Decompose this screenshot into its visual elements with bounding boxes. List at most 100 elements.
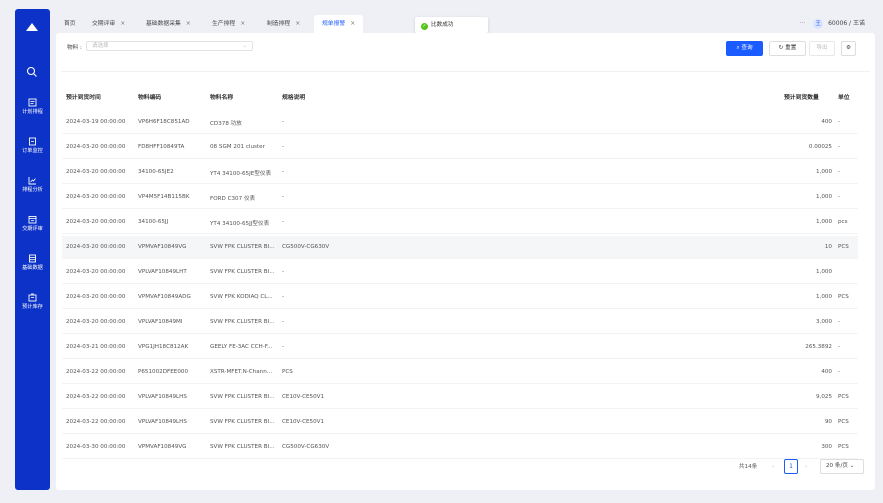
cell-material-name: SVW FPK CLUSTER BI... xyxy=(210,244,275,250)
logo-icon[interactable] xyxy=(26,23,38,31)
table-row[interactable]: 2024-03-22 00:00:00 P651002DFEE000 XSTR-MF… xyxy=(62,361,858,384)
tab-label: 交期评审 xyxy=(92,21,116,27)
cell-spec: - xyxy=(282,294,285,300)
sidebar-item-plan[interactable]: 计划排程 xyxy=(15,98,50,115)
table-row[interactable]: 2024-03-20 00:00:00 34100-65JE2 YT4 34100-… xyxy=(62,161,858,184)
reset-button[interactable]: ↻ 重置 xyxy=(769,41,806,56)
cell-quantity: 1,000 xyxy=(815,169,832,175)
total-count: 共14条 xyxy=(739,464,758,470)
cell-arrival-time: 2024-03-22 00:00:00 xyxy=(66,394,126,400)
monitor-icon xyxy=(29,137,36,146)
table-row[interactable]: 2024-03-19 00:00:00 VP6H6F18C851AD CD378 功… xyxy=(62,111,858,134)
cell-material-name: SVW FPK CLUSTER BI... xyxy=(210,269,275,275)
material-filter-label: 物料 : xyxy=(67,45,82,51)
table-row[interactable]: 2024-03-22 00:00:00 VPLVAF10849LHS SVW FPK… xyxy=(62,411,858,434)
more-icon[interactable]: ··· xyxy=(799,20,805,27)
table-row[interactable]: 2024-03-20 00:00:00 VP4M5F14B115BK FORD C3… xyxy=(62,186,858,209)
cell-arrival-time: 2024-03-20 00:00:00 xyxy=(66,269,126,275)
table-row[interactable]: 2024-03-20 00:00:00 34100-65JJ YT4 34100-6… xyxy=(62,211,858,234)
cell-material-name: SVW FPK CLUSTER BI... xyxy=(210,444,275,450)
tab-delivery-review[interactable]: 交期评审 × xyxy=(92,15,125,33)
close-icon[interactable]: × xyxy=(295,20,300,27)
column-header-quantity[interactable]: 预计到货数量 xyxy=(784,92,819,101)
sidebar-item-schedule-analysis[interactable]: 排程分析 xyxy=(15,176,50,193)
column-header-material-code[interactable]: 物料编码 xyxy=(138,92,161,101)
export-button[interactable]: 导出 xyxy=(809,41,835,56)
sidebar-item-expected-inventory[interactable]: 预计库存 xyxy=(15,293,50,310)
user-name[interactable]: 60006 / 王诺 xyxy=(828,20,865,27)
cell-material-code: VPMVAF10849ADG xyxy=(138,294,191,300)
table-row[interactable]: 2024-03-20 00:00:00 VPMVAF10849ADG SVW FPK… xyxy=(62,286,858,309)
success-toast: ✓ 比数成功 xyxy=(415,17,489,33)
cell-quantity: 265.3892 xyxy=(805,344,832,350)
cell-arrival-time: 2024-03-19 00:00:00 xyxy=(66,119,126,125)
table-row[interactable]: 2024-03-30 00:00:00 VPMVAF10849VG SVW FPK … xyxy=(62,436,858,459)
close-icon[interactable]: × xyxy=(240,20,245,27)
cell-material-code: VP4M5F14B115BK xyxy=(138,194,190,200)
tab-production-schedule[interactable]: 生产排程 × xyxy=(212,15,245,33)
table-row[interactable]: 2024-03-20 00:00:00 VPLVAF10849LHT SVW FPK… xyxy=(62,261,858,284)
cell-spec: - xyxy=(282,269,285,275)
cell-material-code: 34100-65JJ xyxy=(138,219,169,225)
table-row[interactable]: 2024-03-22 00:00:00 VPLVAF10849LHS SVW FPK… xyxy=(62,386,858,409)
tab-manufacturing-schedule[interactable]: 制造排程 × xyxy=(267,15,300,33)
refresh-icon: ↻ xyxy=(778,45,784,51)
table-row[interactable]: 2024-03-20 00:00:00 VPLVAF10849MI SVW FPK … xyxy=(62,311,858,334)
user-area: ··· 王 60006 / 王诺 xyxy=(799,15,865,33)
next-page-icon[interactable]: › xyxy=(805,460,807,474)
table-row[interactable]: 2024-03-20 00:00:00 FD8HFF10849TA 08 SGM 2… xyxy=(62,136,858,159)
sidebar-item-delivery-review[interactable]: 交期评审 xyxy=(15,215,50,232)
export-label: 导出 xyxy=(816,45,828,51)
cell-arrival-time: 2024-03-20 00:00:00 xyxy=(66,219,126,225)
cell-material-code: 34100-65JE2 xyxy=(138,169,174,175)
sidebar-item-label: 基础数据 xyxy=(22,265,43,271)
cell-spec: CG500V-CG630V xyxy=(282,444,330,450)
cell-quantity: 400 xyxy=(821,369,832,375)
close-icon[interactable]: × xyxy=(120,20,125,27)
table-row[interactable]: 2024-03-21 00:00:00 VPG1JH18C812AK GEELY F… xyxy=(62,336,858,359)
material-select[interactable]: 请选择 ⌄ xyxy=(86,41,253,51)
cell-quantity: 3,000 xyxy=(815,319,832,325)
cell-quantity: 9,025 xyxy=(815,394,832,400)
page-size-select[interactable]: 20 条/页 ⌄ xyxy=(820,459,864,474)
avatar[interactable]: 王 xyxy=(813,18,824,29)
tab-label: 基础数据采集 xyxy=(146,21,181,27)
cell-material-code: VPLVAF10849LHS xyxy=(138,394,187,400)
cell-unit: - xyxy=(838,344,841,350)
sidebar-item-label: 订单监控 xyxy=(22,148,43,154)
cell-quantity: 1,000 xyxy=(815,269,832,275)
search-icon[interactable] xyxy=(26,66,38,78)
cell-arrival-time: 2024-03-22 00:00:00 xyxy=(66,369,126,375)
query-button[interactable]: ⌕ 查询 xyxy=(726,41,763,56)
cell-quantity: 90 xyxy=(824,419,832,425)
table-row[interactable]: 2024-03-20 00:00:00 VPMVAF10849VG SVW FPK … xyxy=(62,236,858,259)
tab-home[interactable]: 首页 xyxy=(64,15,76,33)
cell-arrival-time: 2024-03-20 00:00:00 xyxy=(66,169,126,175)
cell-material-name: 08 SGM 201 cluster xyxy=(210,144,265,150)
column-header-material-name[interactable]: 物料名称 xyxy=(210,92,233,101)
cell-spec: - xyxy=(282,219,285,225)
close-icon[interactable]: × xyxy=(186,20,191,27)
cell-spec: - xyxy=(282,194,285,200)
cell-quantity: 1,000 xyxy=(815,294,832,300)
check-circle-icon: ✓ xyxy=(421,23,428,30)
tab-order-alert[interactable]: 规单报警 × xyxy=(314,15,364,33)
sidebar-item-order-monitor[interactable]: 订单监控 xyxy=(15,137,50,154)
cell-unit: - xyxy=(838,194,841,200)
page-1-button[interactable]: 1 xyxy=(784,459,798,474)
close-icon[interactable]: × xyxy=(350,20,355,27)
cell-spec: - xyxy=(282,144,285,150)
sidebar-item-basic-data[interactable]: 基础数据 xyxy=(15,254,50,271)
column-header-spec[interactable]: 规格说明 xyxy=(282,92,305,101)
column-header-arrival-time[interactable]: 预计到货时间 xyxy=(66,92,101,101)
settings-button[interactable]: ⚙ xyxy=(841,41,856,56)
column-header-unit[interactable]: 单位 xyxy=(838,92,850,101)
review-icon xyxy=(28,216,37,224)
cell-quantity: 400 xyxy=(821,119,832,125)
prev-page-icon[interactable]: ‹ xyxy=(772,460,774,474)
cell-spec: CG500V-CG630V xyxy=(282,244,330,250)
cell-spec: - xyxy=(282,119,285,125)
cell-unit: PCS xyxy=(838,419,849,425)
tab-basic-data-collection[interactable]: 基础数据采集 × xyxy=(146,15,191,33)
cell-material-code: P651002DFEE000 xyxy=(138,369,188,375)
